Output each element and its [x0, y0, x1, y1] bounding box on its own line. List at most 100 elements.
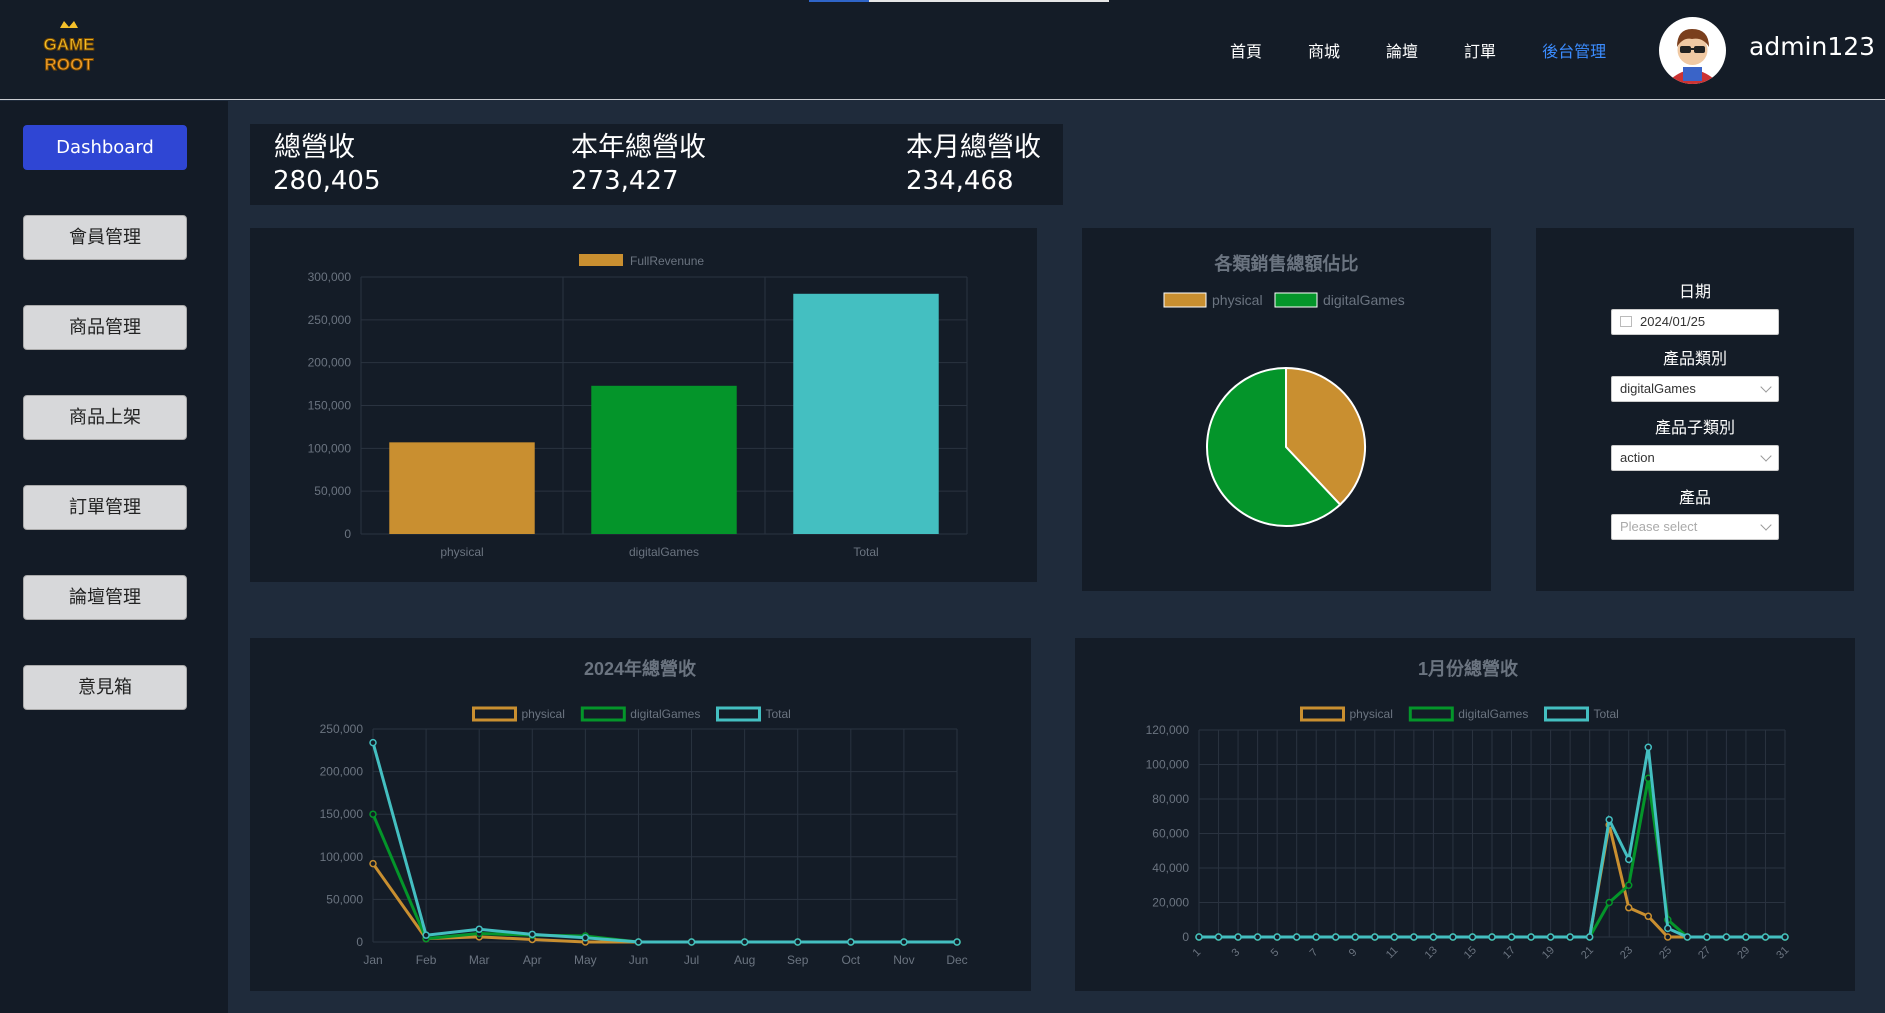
legend-label: physical [1350, 707, 1393, 721]
nav-item-home[interactable]: 首頁 [1230, 38, 1262, 62]
x-tick-label: Sep [787, 953, 809, 967]
y-tick-label: 300,000 [308, 270, 352, 284]
data-point [369, 738, 377, 747]
full-revenue-bar-chart-panel: 0 50,000 100,000 150,000 200,000 250,000 300,0… [250, 228, 1037, 582]
x-tick-label: 29 [1735, 944, 1752, 961]
data-point [1312, 933, 1320, 941]
username[interactable]: admin123 [1749, 32, 1875, 61]
chevron-down-icon [1760, 381, 1772, 393]
data-point [1507, 933, 1516, 941]
data-point [1566, 933, 1574, 941]
sidebar-item-product-listing[interactable]: 商品上架 [23, 395, 187, 440]
data-point [1253, 933, 1262, 941]
date-label: 日期 [1678, 282, 1711, 301]
year-revenue-label: 本年總營收 [571, 132, 706, 163]
legend-swatch [1300, 706, 1345, 722]
data-point [1331, 933, 1340, 941]
legend-label: physical [522, 707, 565, 721]
data-point [1234, 933, 1242, 941]
year-revenue-line-chart-panel: 2024年總營收 0 50,000 100,000 150,000 200,000 250,… [250, 638, 1031, 991]
nav-item-forum[interactable]: 論壇 [1386, 38, 1418, 62]
data-point [1664, 933, 1672, 941]
x-tick-label: 13 [1423, 944, 1440, 961]
avatar[interactable] [1659, 17, 1726, 84]
chart-title: 2024年總營收 [584, 658, 696, 679]
y-tick-label: 100,000 [320, 850, 364, 864]
logo-text-line2: ROOT [44, 55, 94, 74]
x-tick-label: Feb [416, 953, 437, 967]
product-label: 產品 [1678, 488, 1711, 507]
x-tick-label: 15 [1462, 944, 1479, 961]
y-tick-label: 50,000 [326, 892, 363, 906]
series-line-Total [371, 742, 957, 944]
year-revenue-value: 273,427 [571, 166, 679, 196]
x-tick-label: 1 [1190, 946, 1203, 959]
year-revenue-line-chart: 2024年總營收 0 50,000 100,000 150,000 200,000 250,… [320, 658, 968, 967]
x-tick-label: 17 [1501, 944, 1518, 961]
legend-swatch [472, 706, 517, 722]
game-root-logo[interactable]: GAME ROOT [36, 20, 102, 80]
nav-item-orders[interactable]: 訂單 [1464, 38, 1496, 62]
legend-item: FullRevenune [579, 254, 704, 268]
data-point [1644, 743, 1653, 751]
y-tick-label: 200,000 [320, 765, 364, 779]
data-point [1703, 933, 1711, 941]
x-tick-label: 11 [1384, 945, 1401, 962]
bar-physical [389, 442, 535, 534]
sidebar-item-dashboard[interactable]: Dashboard [23, 125, 187, 170]
data-point [1429, 933, 1438, 941]
y-tick-label: 100,000 [1146, 758, 1190, 772]
month-revenue-label: 本月總營收 [906, 132, 1041, 163]
total-revenue-value: 280,405 [273, 166, 381, 196]
subcategory-select-value: action [1620, 450, 1655, 465]
product-select[interactable]: Please select [1611, 514, 1779, 540]
data-point [422, 931, 430, 939]
data-point [1761, 933, 1770, 941]
data-point [581, 933, 590, 942]
category-select[interactable]: digitalGames [1611, 376, 1779, 402]
data-point [1683, 933, 1692, 941]
x-tick-label: May [574, 953, 597, 967]
data-point [687, 938, 696, 946]
legend-swatch [716, 706, 761, 722]
nav-item-shop[interactable]: 商城 [1308, 38, 1340, 62]
legend-label: digitalGames [1458, 707, 1528, 721]
y-tick-label: 80,000 [1152, 792, 1189, 806]
x-tick-label: 5 [1269, 946, 1282, 959]
data-point [1273, 933, 1281, 941]
x-tick-label: Oct [841, 953, 860, 967]
legend-item: Total [716, 706, 791, 722]
sidebar-item-members[interactable]: 會員管理 [23, 215, 187, 260]
sidebar-item-feedback[interactable]: 意見箱 [23, 665, 187, 710]
sidebar-item-products[interactable]: 商品管理 [23, 305, 187, 350]
chevron-down-icon [1760, 519, 1772, 531]
sidebar-item-orders[interactable]: 訂單管理 [23, 485, 187, 530]
x-tick-label: 25 [1657, 944, 1674, 961]
data-point [1488, 933, 1496, 941]
category-select-value: digitalGames [1620, 381, 1696, 396]
legend-item: physical [472, 706, 565, 722]
data-point [1390, 933, 1399, 941]
data-point [1585, 933, 1594, 941]
data-point [1605, 898, 1613, 907]
legend-swatch [580, 706, 626, 722]
data-point [1722, 933, 1731, 941]
data-point [740, 938, 749, 946]
sidebar-item-forum[interactable]: 論壇管理 [23, 575, 187, 620]
y-tick-label: 0 [1182, 930, 1189, 944]
data-point [1214, 933, 1223, 941]
top-navbar: GAME ROOT 首頁 商城 論壇 訂單 後台管理 admin123 [0, 0, 1885, 100]
y-tick-label: 100,000 [308, 441, 352, 455]
data-point [1449, 933, 1457, 941]
nav-item-admin[interactable]: 後台管理 [1542, 38, 1606, 62]
y-tick-label: 0 [356, 935, 363, 949]
date-picker[interactable]: 2024/01/25 [1611, 309, 1779, 335]
x-tick-label: Total [853, 545, 878, 559]
chart-title: 各類銷售總額佔比 [1214, 253, 1359, 274]
full-revenue-bar-chart: 0 50,000 100,000 150,000 200,000 250,000 300,0… [308, 254, 968, 559]
calendar-icon [1620, 316, 1632, 327]
loading-progress-bar [809, 0, 1109, 2]
data-point [1292, 933, 1301, 941]
sidebar: Dashboard 會員管理 商品管理 商品上架 訂單管理 論壇管理 意見箱 [0, 101, 228, 1013]
subcategory-select[interactable]: action [1611, 445, 1779, 471]
